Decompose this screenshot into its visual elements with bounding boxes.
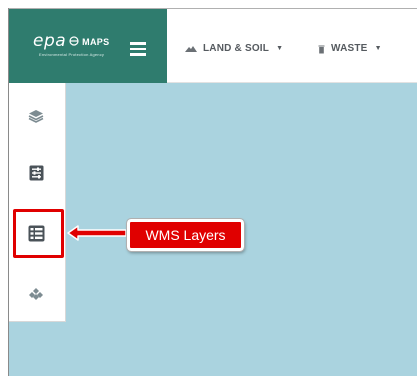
logo-subtitle: Environmental Protection Agency <box>39 52 105 57</box>
waste-bin-icon <box>318 45 325 53</box>
chevron-down-icon: ▼ <box>374 45 382 52</box>
sidebar-item-filters[interactable] <box>23 160 49 186</box>
annotation-arrow-icon <box>67 225 127 241</box>
epa-maps-logo[interactable]: epa MAPS Environmental Protection Agency <box>33 31 109 57</box>
layers-icon <box>28 110 44 123</box>
logo-swoosh-icon <box>69 36 79 46</box>
nav-waste[interactable]: WASTE ▼ <box>318 43 382 54</box>
left-sidebar <box>9 83 66 322</box>
menu-toggle-button[interactable] <box>130 42 146 56</box>
diamond-grid-icon <box>29 288 43 300</box>
app-window: epa MAPS Environmental Protection Agency… <box>0 0 417 376</box>
sidebar-item-base-maps[interactable] <box>23 281 49 307</box>
logo-epa-text: epa <box>33 31 67 51</box>
sliders-icon <box>29 165 43 181</box>
header-logo-block: epa MAPS Environmental Protection Agency <box>9 9 167 83</box>
annotation-callout: WMS Layers <box>126 218 245 252</box>
highlight-box <box>13 209 64 258</box>
logo-maps-text: MAPS <box>82 37 110 47</box>
annotation-label: WMS Layers <box>145 227 226 243</box>
top-nav-bar: LAND & SOIL ▼ WASTE ▼ <box>167 9 417 83</box>
nav-waste-label: WASTE <box>331 43 368 54</box>
sidebar-item-layers[interactable] <box>23 103 49 129</box>
land-soil-icon <box>185 46 197 52</box>
chevron-down-icon: ▼ <box>276 45 284 52</box>
map-canvas-lower[interactable] <box>9 322 66 376</box>
nav-land-soil-label: LAND & SOIL <box>203 43 270 54</box>
nav-land-soil[interactable]: LAND & SOIL ▼ <box>185 43 283 54</box>
